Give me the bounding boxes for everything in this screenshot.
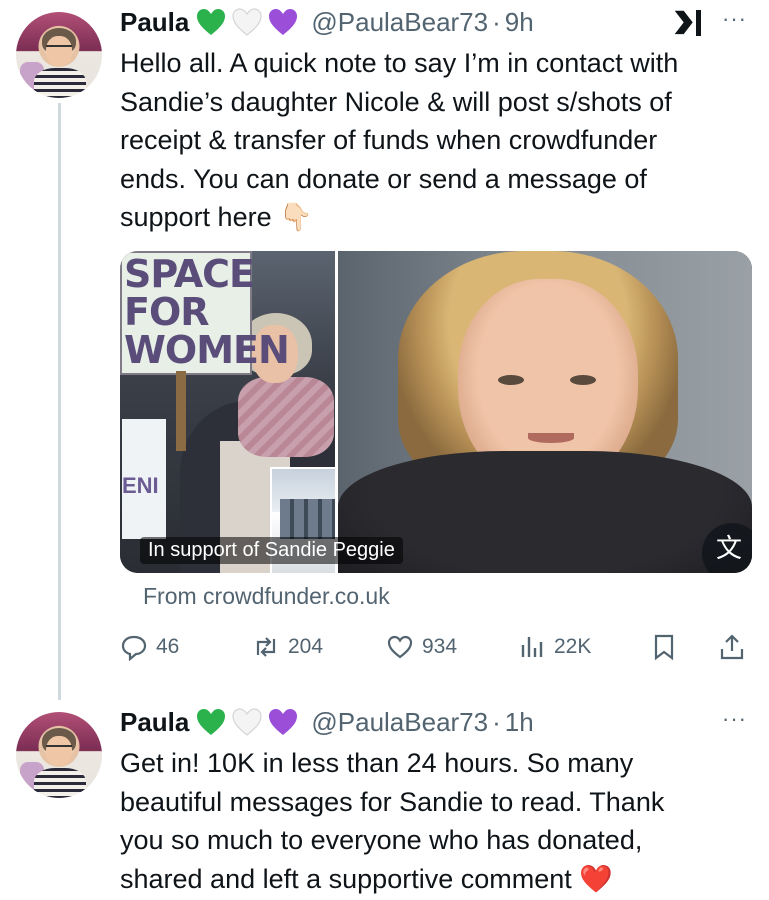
purple-heart-icon	[267, 707, 299, 737]
x-grok-icon[interactable]	[672, 8, 708, 40]
text-line: shared and left a supportive comment ❤️	[120, 863, 613, 894]
card-source[interactable]: From crowdfunder.co.uk	[143, 583, 390, 610]
display-name[interactable]: Paula	[120, 7, 189, 38]
avatar[interactable]	[16, 712, 102, 798]
repost-count: 204	[288, 635, 324, 658]
share-icon	[720, 634, 744, 660]
text-line: you so much to everyone who has donated,	[120, 825, 643, 855]
tweet-header: Paula @PaulaBear73 · 1h	[120, 702, 534, 742]
separator-dot: ·	[492, 6, 501, 37]
name-badges	[195, 707, 299, 737]
green-heart-icon	[195, 707, 227, 737]
like-count: 934	[422, 635, 458, 658]
white-heart-icon	[231, 707, 263, 737]
user-handle[interactable]: @PaulaBear73	[311, 7, 488, 38]
text-line: ends. You can donate or send a message o…	[120, 163, 647, 194]
text-line: support here 👇🏻	[120, 202, 313, 232]
repost-icon	[256, 637, 276, 657]
separator-dot: ·	[492, 706, 501, 737]
pointing-down-emoji: 👇🏻	[279, 202, 313, 232]
reply-count: 46	[156, 635, 180, 658]
green-heart-icon	[195, 7, 227, 37]
reply-icon	[121, 635, 147, 661]
link-card[interactable]: SPACE FOR WOMEN ENI In support of Sandie…	[120, 251, 752, 573]
text-line: receipt & transfer of funds when crowdfu…	[120, 125, 658, 155]
action-bar: 46 204 934 22K	[120, 630, 752, 664]
views-count: 22K	[554, 635, 592, 658]
sign-text: SPACE FOR WOMEN	[124, 252, 290, 372]
views-icon	[521, 637, 543, 657]
share-button[interactable]	[718, 630, 754, 664]
timestamp[interactable]: 9h	[505, 7, 534, 38]
white-heart-icon	[231, 7, 263, 37]
card-photo-right	[338, 251, 752, 573]
tweet-text: Hello all. A quick note to say I’m in co…	[120, 44, 760, 237]
tweet-text: Get in! 10K in less than 24 hours. So ma…	[120, 744, 760, 898]
like-icon	[387, 635, 413, 659]
text-line: Sandie’s daughter Nicole & will post s/s…	[120, 86, 672, 117]
purple-heart-icon	[267, 7, 299, 37]
display-name[interactable]: Paula	[120, 707, 189, 738]
like-button[interactable]: 934	[386, 630, 457, 664]
sign2-text: ENI	[122, 473, 159, 498]
reply-button[interactable]: 46	[120, 630, 179, 664]
text-line: beautiful messages for Sandie to read. T…	[120, 786, 665, 817]
thread-line	[58, 103, 61, 700]
name-badges	[195, 7, 299, 37]
tweet-header: Paula @PaulaBear73 · 9h	[120, 2, 534, 42]
bookmark-icon	[654, 634, 674, 661]
card-photo-left: SPACE FOR WOMEN ENI	[120, 251, 406, 573]
user-handle[interactable]: @PaulaBear73	[311, 707, 488, 738]
card-caption: In support of Sandie Peggie	[140, 537, 403, 564]
bookmark-button[interactable]	[650, 630, 686, 664]
avatar[interactable]	[16, 12, 102, 98]
protest-sign: SPACE FOR WOMEN	[120, 251, 290, 375]
text-line: Get in! 10K in less than 24 hours. So ma…	[120, 748, 634, 778]
views-button[interactable]: 22K	[518, 630, 591, 664]
timestamp[interactable]: 1h	[505, 707, 534, 738]
more-icon[interactable]: ···	[722, 6, 747, 32]
repost-button[interactable]: 204	[252, 630, 323, 664]
red-heart-emoji: ❤️	[579, 863, 613, 894]
more-icon[interactable]: ···	[722, 706, 747, 732]
text-line: Hello all. A quick note to say I’m in co…	[120, 48, 679, 78]
